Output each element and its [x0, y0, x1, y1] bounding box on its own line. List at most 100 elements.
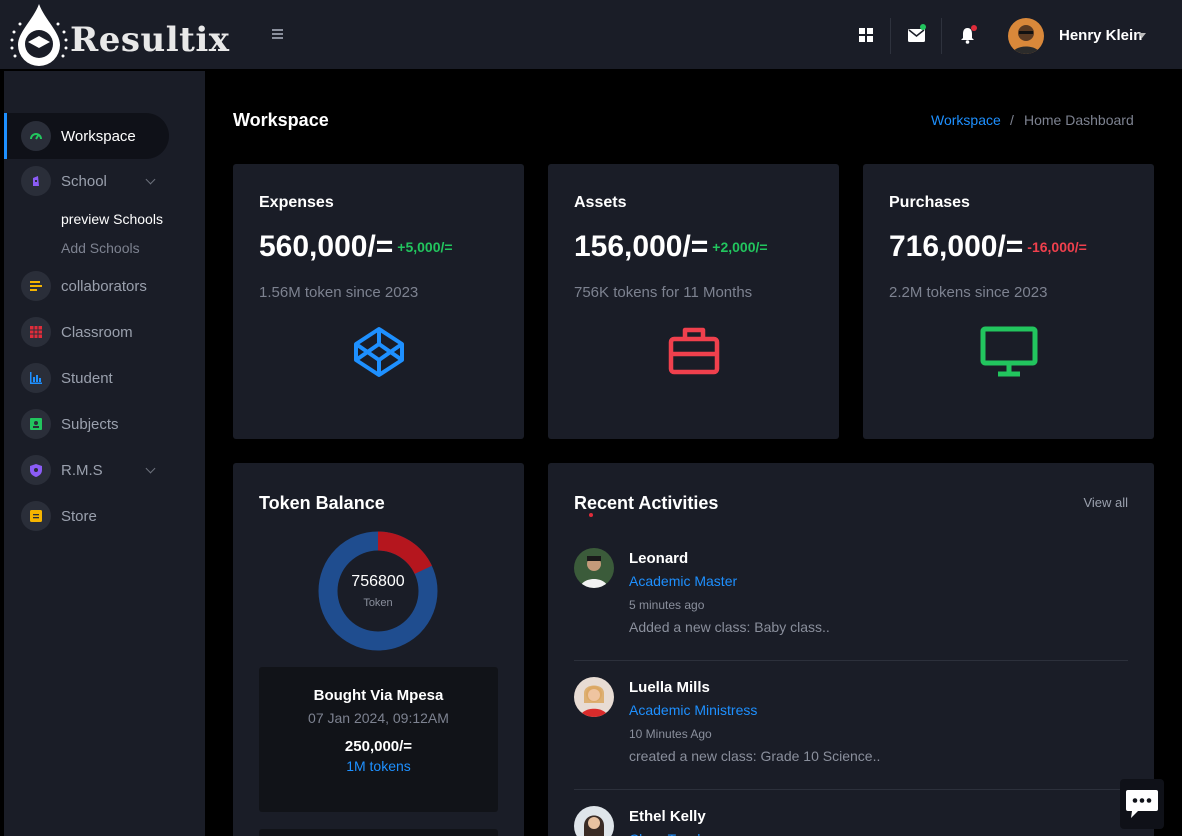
chevron-down-icon[interactable] — [145, 174, 156, 185]
activity-user-role[interactable]: Academic Ministress — [629, 702, 757, 718]
sidebar-item-subjects[interactable]: Subjects — [4, 401, 169, 447]
bell-notification-dot — [971, 25, 977, 31]
sidebar-item-label: collaborators — [61, 277, 147, 295]
stat-delta: +2,000/= — [712, 239, 768, 255]
note-icon — [21, 501, 51, 531]
transaction-amount: 250,000/= — [344, 738, 413, 755]
token-donut-chart: 756800 Token — [318, 531, 438, 651]
token-balance-label: Token — [363, 597, 393, 609]
activity-user-role[interactable]: Class Teacher — [629, 831, 717, 836]
list-icon — [21, 271, 51, 301]
breadcrumb-current: Home Dashboard — [1024, 112, 1134, 128]
contact-icon — [21, 409, 51, 439]
mail-notification-dot — [920, 24, 926, 30]
chevron-down-icon[interactable] — [1138, 33, 1146, 38]
stat-card-assets: Assets 156,000/= +2,000/= 756K tokens for… — [548, 164, 839, 439]
shield-icon — [21, 455, 51, 485]
activity-user-name: Ethel Kelly — [629, 808, 706, 825]
sidebar-item-workspace[interactable]: Workspace — [4, 113, 169, 159]
token-balance-title: Token Balance — [259, 493, 385, 513]
transaction-item[interactable] — [259, 829, 498, 836]
chart-icon — [21, 363, 51, 393]
avatar — [574, 548, 614, 588]
briefcase-icon — [548, 326, 839, 376]
view-all-link[interactable]: View all — [1083, 495, 1128, 510]
chat-button[interactable] — [1120, 779, 1164, 829]
robot-icon — [21, 166, 51, 196]
stat-card-purchases: Purchases 716,000/= -16,000/= 2.2M tokens… — [863, 164, 1154, 439]
activity-item[interactable]: Leonard Academic Master 5 minutes ago Ad… — [574, 548, 1128, 658]
activity-description: created a new class: Grade 10 Science.. — [629, 748, 881, 764]
codepen-icon — [233, 326, 524, 378]
brand-logo[interactable]: Resultix — [8, 2, 230, 68]
activity-user-name: Leonard — [629, 550, 689, 567]
stat-delta: +5,000/= — [397, 239, 453, 255]
avatar — [574, 677, 614, 717]
stat-value: 156,000/= +2,000/= — [574, 230, 768, 263]
user-name[interactable]: Henry Klein — [1059, 27, 1142, 44]
transaction-item[interactable]: Bought Via Mpesa 07 Jan 2024, 09:12AM 25… — [259, 667, 498, 812]
activity-item[interactable]: Luella Mills Academic Ministress 10 Minu… — [574, 677, 1128, 787]
sidebar-item-label: Store — [61, 507, 97, 525]
recent-activities-title: Recent Activities — [574, 493, 719, 513]
stat-subtext: 756K tokens for 11 Months — [574, 284, 753, 301]
sidebar-item-school[interactable]: School — [4, 158, 169, 204]
activity-user-role[interactable]: Academic Master — [629, 573, 737, 589]
activity-description: Added a new class: Baby class.. — [629, 619, 830, 635]
sidebar-item-collaborators[interactable]: collaborators — [4, 263, 169, 309]
title-accent-dot — [589, 513, 593, 517]
breadcrumb-link-workspace[interactable]: Workspace — [931, 112, 1001, 128]
transaction-tokens: 1M tokens — [346, 758, 411, 774]
activity-divider — [574, 660, 1128, 661]
stat-delta: -16,000/= — [1027, 239, 1087, 255]
recent-activities-card: Recent Activities View all Leonard Acade… — [548, 463, 1154, 836]
topbar-divider — [890, 18, 891, 54]
stat-subtext: 1.56M token since 2023 — [259, 284, 419, 301]
sidebar: Workspace School preview Schools Add Sch… — [4, 71, 205, 836]
sidebar-item-label: Subjects — [61, 415, 119, 433]
sidebar-item-label: Workspace — [61, 127, 136, 145]
token-balance-value: 756800 — [351, 573, 405, 590]
top-bar: Resultix Henry Klein — [0, 0, 1182, 70]
activity-time: 5 minutes ago — [629, 598, 705, 612]
sidebar-item-rms[interactable]: R.M.S — [4, 447, 169, 493]
chevron-down-icon[interactable] — [145, 463, 156, 474]
token-balance-card: Token Balance 756800 Token Bought Via Mp… — [233, 463, 524, 836]
page-title: Workspace — [233, 110, 329, 130]
table-icon — [21, 317, 51, 347]
user-avatar[interactable] — [1008, 18, 1044, 54]
stat-value: 716,000/= -16,000/= — [889, 230, 1087, 263]
transaction-title: Bought Via Mpesa — [313, 687, 444, 704]
bell-icon[interactable] — [952, 20, 982, 50]
transaction-date: 07 Jan 2024, 09:12AM — [308, 710, 449, 726]
breadcrumb-separator: / — [1010, 112, 1014, 128]
stat-subtext: 2.2M tokens since 2023 — [889, 284, 1048, 301]
sidebar-item-classroom[interactable]: Classroom — [4, 309, 169, 355]
logo-drop-icon — [10, 4, 68, 66]
stat-title: Assets — [574, 194, 627, 211]
mail-icon[interactable] — [901, 20, 931, 50]
menu-toggle-icon[interactable] — [272, 27, 290, 43]
avatar — [574, 806, 614, 836]
sidebar-item-label: School — [61, 172, 107, 190]
activity-user-name: Luella Mills — [629, 679, 710, 696]
sidebar-subitem-preview-schools[interactable]: preview Schools — [61, 211, 163, 227]
sidebar-item-store[interactable]: Store — [4, 493, 169, 539]
sidebar-item-label: R.M.S — [61, 461, 103, 479]
stat-card-expenses: Expenses 560,000/= +5,000/= 1.56M token s… — [233, 164, 524, 439]
grid-icon[interactable] — [851, 20, 881, 50]
topbar-divider — [941, 18, 942, 54]
sidebar-item-label: Student — [61, 369, 113, 387]
chat-bubble-icon — [1126, 790, 1158, 818]
activity-divider — [574, 789, 1128, 790]
sidebar-item-label: Classroom — [61, 323, 133, 341]
brand-name: Resultix — [70, 20, 230, 60]
sidebar-subitem-add-schools[interactable]: Add Schools — [61, 240, 140, 256]
stat-title: Purchases — [889, 194, 970, 211]
stat-value: 560,000/= +5,000/= — [259, 230, 453, 263]
sidebar-item-student[interactable]: Student — [4, 355, 169, 401]
activity-time: 10 Minutes Ago — [629, 727, 712, 741]
activity-item[interactable]: Ethel Kelly Class Teacher — [574, 806, 1128, 836]
speedometer-icon — [21, 121, 51, 151]
stat-title: Expenses — [259, 194, 334, 211]
